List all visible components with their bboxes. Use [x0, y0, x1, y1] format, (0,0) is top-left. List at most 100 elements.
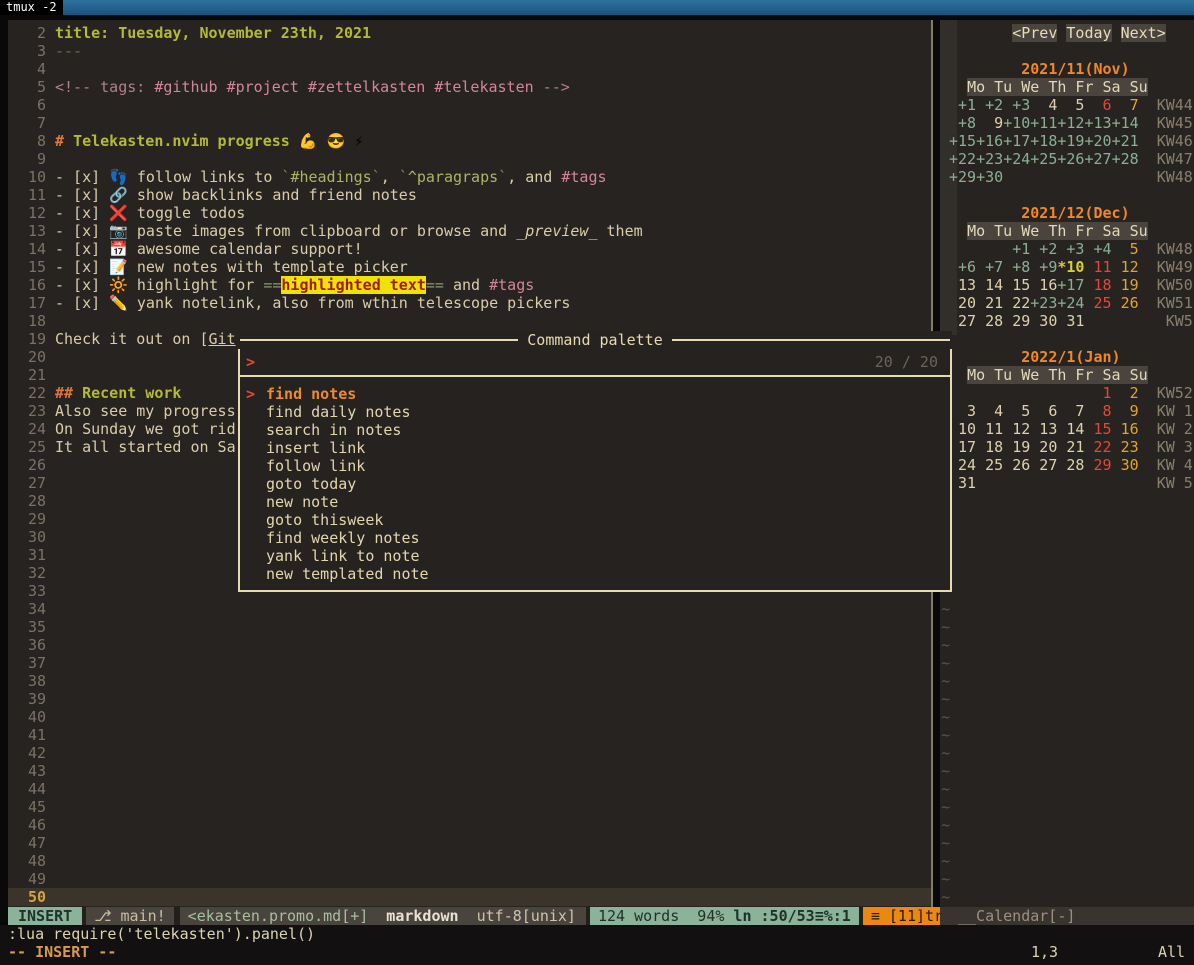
calendar-day[interactable]: +28 [1112, 150, 1139, 168]
editor-line[interactable]: 37 [8, 654, 933, 672]
palette-prompt-row[interactable]: > 20 / 20 [238, 349, 952, 375]
calendar-day[interactable]: 12 [1003, 420, 1030, 438]
editor-line[interactable]: 34 [8, 600, 933, 618]
next-button[interactable]: Next> [1121, 24, 1166, 42]
calendar-day[interactable]: +1 [1003, 240, 1030, 258]
editor-line[interactable]: 17- [x] ✏️ yank notelink, also from wthi… [8, 294, 933, 312]
editor-line[interactable]: 41 [8, 726, 933, 744]
calendar-day[interactable]: +3 [1003, 96, 1030, 114]
editor-line[interactable]: 8# Telekasten.nvim progress 💪 😎 ⚡ [8, 132, 933, 150]
editor-line[interactable]: 2title: Tuesday, November 23th, 2021 [8, 24, 933, 42]
calendar-day[interactable]: +16 [976, 132, 1003, 150]
editor-line[interactable]: 4 [8, 60, 933, 78]
calendar-day[interactable]: +20 [1084, 132, 1111, 150]
palette-item[interactable]: find daily notes [240, 403, 950, 421]
calendar-day[interactable]: +2 [976, 96, 1003, 114]
editor-line[interactable]: 49 [8, 870, 933, 888]
palette-item[interactable]: search in notes [240, 421, 950, 439]
editor-line[interactable]: 7 [8, 114, 933, 132]
calendar-day[interactable]: 11 [976, 420, 1003, 438]
editor-line[interactable]: 12- [x] ❌ toggle todos [8, 204, 933, 222]
calendar-day[interactable]: +9 [1030, 258, 1057, 276]
calendar-day[interactable]: +7 [976, 258, 1003, 276]
palette-item[interactable]: new note [240, 493, 950, 511]
editor-line[interactable]: 42 [8, 744, 933, 762]
calendar-day[interactable]: 15 [1084, 420, 1111, 438]
calendar-day[interactable]: 7 [1112, 96, 1139, 114]
calendar-day[interactable]: +14 [1112, 114, 1139, 132]
calendar-day[interactable]: +22 [949, 150, 976, 168]
palette-item[interactable]: goto thisweek [240, 511, 950, 529]
calendar-day[interactable]: 6 [1030, 402, 1057, 420]
palette-item[interactable]: follow link [240, 457, 950, 475]
editor-line[interactable]: 43 [8, 762, 933, 780]
calendar-day[interactable]: +11 [1030, 114, 1057, 132]
editor-line[interactable]: 9 [8, 150, 933, 168]
palette-item[interactable]: >find notes [240, 385, 950, 403]
calendar-day[interactable]: 14 [1057, 420, 1084, 438]
calendar-day[interactable]: 25 [1084, 294, 1111, 312]
editor-line[interactable]: 48 [8, 852, 933, 870]
calendar-day[interactable]: 13 [1030, 420, 1057, 438]
calendar-day[interactable]: 7 [1057, 402, 1084, 420]
calendar-day[interactable]: 10 [949, 420, 976, 438]
editor-line[interactable]: 18 [8, 312, 933, 330]
editor-line[interactable]: 36 [8, 636, 933, 654]
editor-line[interactable]: 44 [8, 780, 933, 798]
calendar-day[interactable]: 4 [976, 402, 1003, 420]
calendar-day[interactable]: 31 [949, 474, 976, 492]
editor-line[interactable]: 14- [x] 📅 awesome calendar support! [8, 240, 933, 258]
calendar-day[interactable]: 16 [1030, 276, 1057, 294]
editor-line[interactable]: 45 [8, 798, 933, 816]
prev-button[interactable]: <Prev [1012, 24, 1057, 42]
calendar-day[interactable]: +2 [1030, 240, 1057, 258]
calendar-day[interactable]: +19 [1057, 132, 1084, 150]
calendar-day[interactable]: 24 [949, 456, 976, 474]
palette-item[interactable]: new templated note [240, 565, 950, 583]
editor-line[interactable]: 5<!-- tags: #github #project #zettelkast… [8, 78, 933, 96]
calendar-day[interactable]: +24 [1057, 294, 1084, 312]
palette-item[interactable]: find weekly notes [240, 529, 950, 547]
palette-item[interactable]: yank link to note [240, 547, 950, 565]
calendar-day[interactable]: 17 [949, 438, 976, 456]
editor-line[interactable]: 39 [8, 690, 933, 708]
calendar-day[interactable]: 6 [1084, 96, 1111, 114]
calendar-day[interactable]: 9 [1112, 402, 1139, 420]
calendar-day[interactable]: 12 [1112, 258, 1139, 276]
calendar-day[interactable]: +17 [1057, 276, 1084, 294]
editor-line[interactable]: 3--- [8, 42, 933, 60]
calendar-day[interactable]: +26 [1057, 150, 1084, 168]
calendar-day[interactable]: 29 [1003, 312, 1030, 330]
calendar-day[interactable]: 4 [1030, 96, 1057, 114]
calendar-day[interactable]: +18 [1030, 132, 1057, 150]
calendar-day[interactable]: 22 [1003, 294, 1030, 312]
calendar-day[interactable]: +1 [949, 96, 976, 114]
palette-item[interactable]: goto today [240, 475, 950, 493]
calendar-day[interactable]: 9 [976, 114, 1003, 132]
command-line[interactable]: :lua require('telekasten').panel() [8, 925, 315, 943]
calendar-day[interactable]: 21 [1057, 438, 1084, 456]
calendar-day[interactable]: 26 [1003, 456, 1030, 474]
calendar-day[interactable]: +4 [1084, 240, 1111, 258]
calendar-day[interactable]: 2 [1112, 384, 1139, 402]
calendar-day[interactable]: +12 [1057, 114, 1084, 132]
calendar-day[interactable]: +30 [976, 168, 1003, 186]
editor-line[interactable]: 13- [x] 📷 paste images from clipboard or… [8, 222, 933, 240]
calendar-day[interactable]: +24 [1003, 150, 1030, 168]
calendar-day[interactable]: 31 [1057, 312, 1084, 330]
calendar-day[interactable]: +27 [1084, 150, 1111, 168]
palette-item[interactable]: insert link [240, 439, 950, 457]
editor-line[interactable]: 38 [8, 672, 933, 690]
calendar-day[interactable]: 16 [1112, 420, 1139, 438]
calendar-day[interactable]: 20 [1030, 438, 1057, 456]
calendar-day[interactable]: 27 [949, 312, 976, 330]
calendar-day[interactable]: 29 [1084, 456, 1111, 474]
calendar-day[interactable]: 5 [1112, 240, 1139, 258]
calendar-day[interactable]: 3 [949, 402, 976, 420]
calendar-window[interactable]: <Prev Today Next> 2021/11(Nov) Mo Tu We … [940, 20, 1194, 911]
calendar-day[interactable]: +13 [1084, 114, 1111, 132]
calendar-day[interactable]: 18 [1084, 276, 1111, 294]
calendar-day[interactable]: 20 [949, 294, 976, 312]
calendar-day[interactable]: 5 [1057, 96, 1084, 114]
calendar-day[interactable]: 30 [1030, 312, 1057, 330]
